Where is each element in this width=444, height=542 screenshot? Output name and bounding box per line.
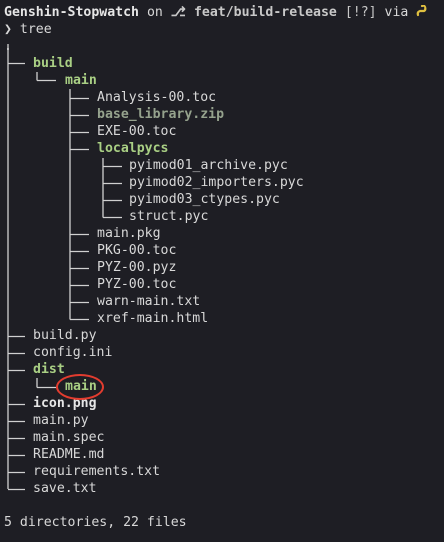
tree-dir-build: build [33,56,73,71]
tree-file-save: save.txt [33,481,97,496]
prompt-line: Genshin-Stopwatch on ⎇ feat/build-releas… [4,4,428,21]
terminal-window[interactable]: Genshin-Stopwatch on ⎇ feat/build-releas… [0,0,444,542]
tree-file-main-pkg: main.pkg [97,226,161,241]
prompt-status: [!?] [344,5,377,20]
tree-file-main-py: main.py [33,413,89,428]
command-line: ❯ tree [4,21,52,38]
tree-file-struct: struct.pyc [129,209,209,224]
tree-file-warn: warn-main.txt [97,294,201,309]
tree-dir-localpycs: localpycs [97,141,169,156]
tree-file-pyz-pyz: PYZ-00.pyz [97,260,177,275]
python-icon [416,5,427,17]
tree-file-pyimod01: pyimod01_archive.pyc [129,158,288,173]
command-text: tree [19,22,52,37]
tree-file-readme: README.md [33,447,105,462]
tree-file-build-py: build.py [33,328,97,343]
prompt-branch: feat/build-release [193,5,337,20]
tree-file-main-spec: main.spec [33,430,105,445]
tree-file-requirements: requirements.txt [33,464,161,479]
prompt-on-word: on [146,5,163,20]
tree-file-base-library: base_library.zip [97,107,225,122]
prompt-directory: Genshin-Stopwatch [4,5,139,20]
prompt-chevron: ❯ [4,22,12,37]
tree-root: . [4,39,12,54]
tree-file-pyimod02: pyimod02_importers.pyc [129,175,304,190]
highlight-circle [56,374,104,400]
tree-file-config: config.ini [33,345,113,360]
tree-dir-build-main: main [65,73,97,88]
tree-file-pkg: PKG-00.toc [97,243,177,258]
prompt-via-word: via [384,5,409,20]
tree-file-exe: EXE-00.toc [97,124,177,139]
tree-file-xref: xref-main.html [97,311,209,326]
tree-dir-dist: dist [33,362,65,377]
tree-file-pyimod03: pyimod03_ctypes.pyc [129,192,280,207]
tree-file-pyz-toc: PYZ-00.toc [97,277,177,292]
git-branch-icon: ⎇ [170,5,186,20]
tree-file-analysis: Analysis-00.toc [97,90,217,105]
tree-summary: 5 directories, 22 files [4,515,187,530]
